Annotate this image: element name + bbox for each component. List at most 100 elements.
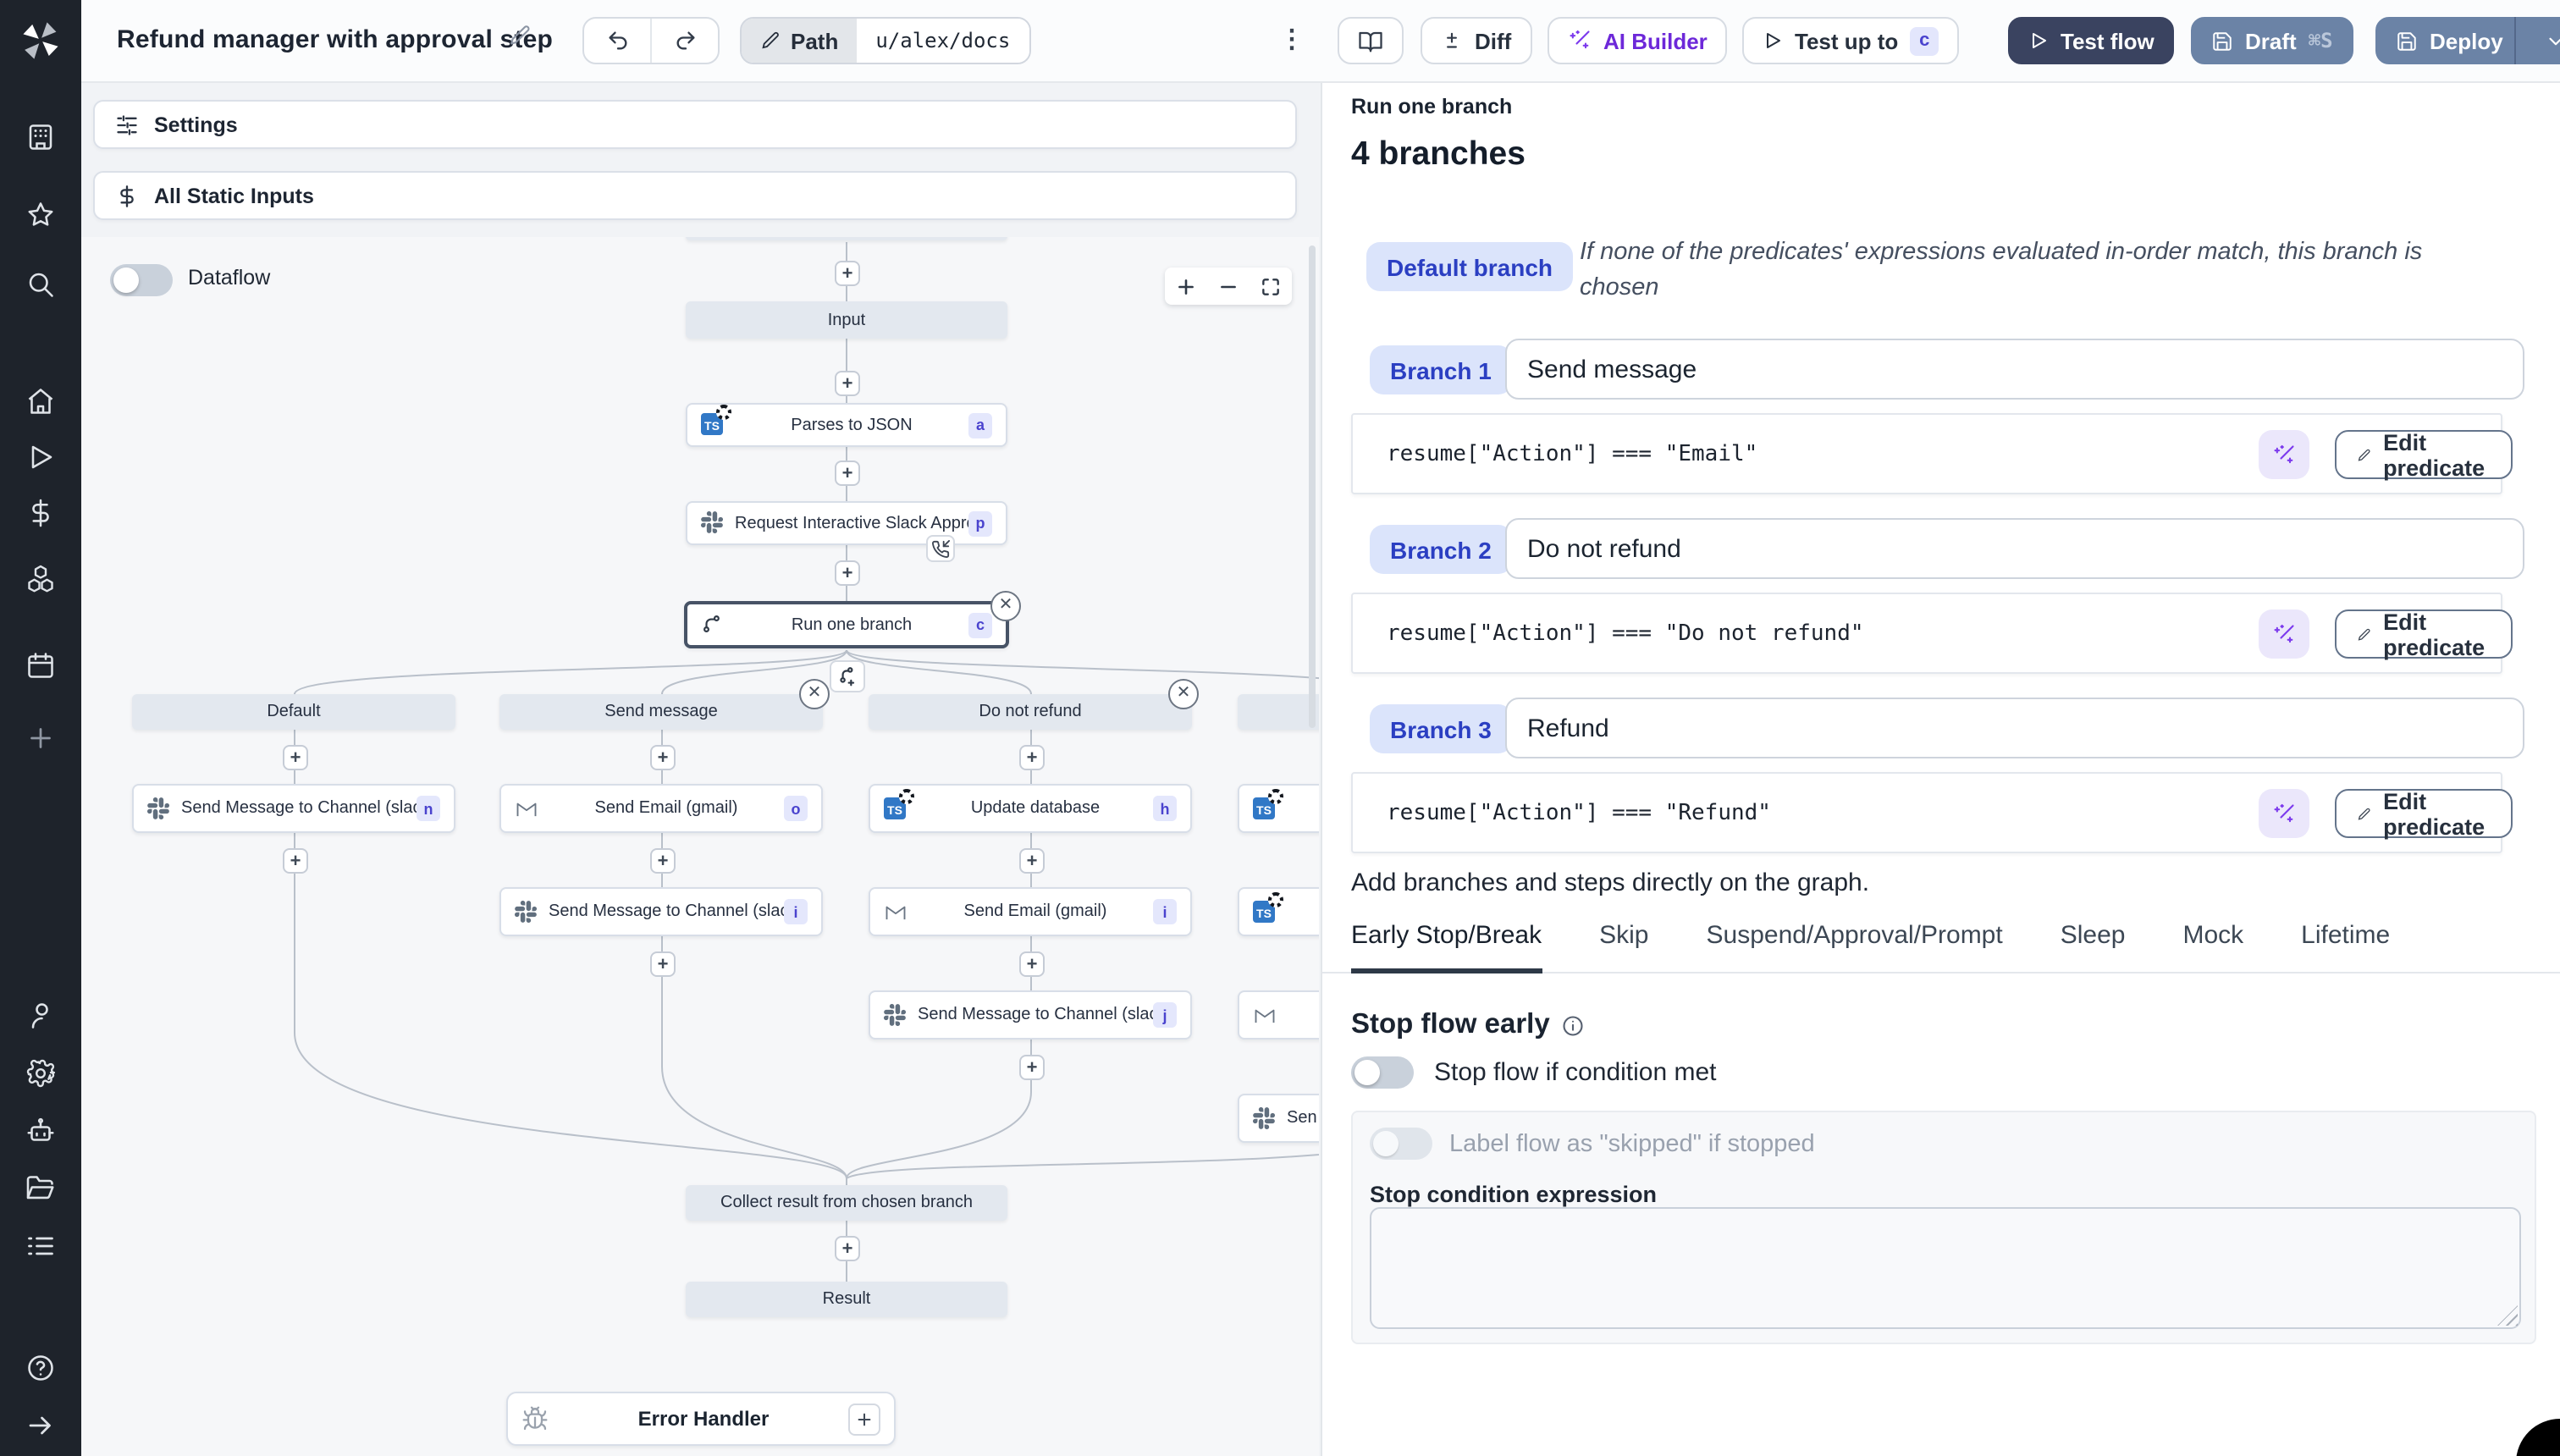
ai-builder-button[interactable]: AI Builder <box>1548 17 1728 64</box>
flow-graph-canvas[interactable]: Dataflow Input TS Parses to JSON a Reque… <box>81 237 1319 1456</box>
step-node-clipped[interactable]: TS <box>1238 887 1319 936</box>
step-node-parses-to-json[interactable]: TS Parses to JSON a <box>686 403 1007 447</box>
tab-suspend-approval-prompt[interactable]: Suspend/Approval/Prompt <box>1707 921 2003 972</box>
more-menu-button[interactable] <box>1277 20 1307 61</box>
add-error-handler-button[interactable] <box>848 1403 880 1435</box>
zoom-out-icon[interactable] <box>1217 275 1239 297</box>
input-node[interactable]: Input <box>686 301 1007 339</box>
branch-header-send-message[interactable]: Send message <box>499 694 823 730</box>
windmill-logo-icon[interactable] <box>19 19 63 63</box>
ai-generate-predicate-button[interactable] <box>2259 789 2309 838</box>
tab-early-stop-break[interactable]: Early Stop/Break <box>1351 921 1542 973</box>
flow-settings-row[interactable]: Settings <box>93 100 1297 149</box>
edit-predicate-button[interactable]: Edit predicate <box>2335 788 2513 839</box>
step-node-clipped[interactable]: TS <box>1238 784 1319 833</box>
undo-button[interactable] <box>584 19 650 63</box>
redo-button[interactable] <box>650 19 718 63</box>
workspace-icon[interactable] <box>25 122 56 152</box>
stop-condition-toggle[interactable] <box>1351 1056 1414 1089</box>
step-node-update-database[interactable]: TS Update database h <box>869 784 1192 833</box>
step-node-gmail-1[interactable]: Send Email (gmail) o <box>499 784 823 833</box>
ai-robot-icon[interactable] <box>25 1116 56 1146</box>
add-step-button[interactable] <box>835 560 860 586</box>
branch-header-clipped[interactable] <box>1238 694 1319 730</box>
search-icon[interactable] <box>25 269 56 300</box>
canvas-scrollbar[interactable] <box>1309 245 1316 728</box>
branch-2-summary-input[interactable] <box>1505 518 2524 579</box>
step-node-slack-3[interactable]: Send Message to Channel (slack) j <box>869 990 1192 1040</box>
add-step-button[interactable] <box>835 1236 860 1261</box>
branch-header-default[interactable]: Default <box>132 694 455 730</box>
docs-button[interactable] <box>1338 17 1404 64</box>
add-step-button[interactable] <box>835 261 860 286</box>
test-flow-button[interactable]: Test flow <box>2008 17 2175 64</box>
add-step-button[interactable] <box>650 848 676 874</box>
edit-predicate-button[interactable]: Edit predicate <box>2335 429 2513 480</box>
add-step-button[interactable] <box>1019 745 1045 770</box>
tab-sleep[interactable]: Sleep <box>2061 921 2126 972</box>
step-node-run-one-branch[interactable]: Run one branch c <box>684 601 1009 648</box>
test-up-to-button[interactable]: Test up to c <box>1742 17 1960 64</box>
delete-branch-button[interactable] <box>799 679 830 709</box>
home-icon[interactable] <box>25 386 56 416</box>
add-step-button[interactable] <box>283 848 308 874</box>
add-step-button[interactable] <box>835 371 860 396</box>
schedules-icon[interactable] <box>25 650 56 681</box>
ai-generate-predicate-button[interactable] <box>2259 430 2309 479</box>
tab-mock[interactable]: Mock <box>2182 921 2243 972</box>
collect-result-node[interactable]: Collect result from chosen branch <box>686 1185 1007 1221</box>
label-skipped-toggle[interactable] <box>1370 1128 1432 1160</box>
path-button[interactable]: Path <box>742 19 858 63</box>
variables-icon[interactable] <box>25 498 56 528</box>
user-icon[interactable] <box>25 1001 56 1031</box>
branch-3-summary-input[interactable] <box>1505 698 2524 758</box>
deploy-button[interactable]: Deploy <box>2375 17 2560 64</box>
add-step-button[interactable] <box>1019 951 1045 977</box>
static-inputs-row[interactable]: All Static Inputs <box>93 171 1297 220</box>
step-node-gmail-2[interactable]: Send Email (gmail) i <box>869 887 1192 936</box>
zoom-in-icon[interactable] <box>1175 275 1197 297</box>
add-step-button[interactable] <box>650 951 676 977</box>
tab-skip[interactable]: Skip <box>1599 921 1648 972</box>
resources-icon[interactable] <box>25 564 56 594</box>
favorites-star-icon[interactable] <box>25 200 56 230</box>
info-icon[interactable] <box>1562 1013 1586 1037</box>
step-node-slack-2[interactable]: Send Message to Channel (slack) i <box>499 887 823 936</box>
edit-predicate-button[interactable]: Edit predicate <box>2335 609 2513 659</box>
step-node-slack-default[interactable]: Send Message to Channel (slack) n <box>132 784 455 833</box>
step-node-clipped[interactable]: Sen <box>1238 1094 1319 1143</box>
help-icon[interactable] <box>25 1353 56 1383</box>
step-node-clipped[interactable] <box>1238 990 1319 1040</box>
folders-icon[interactable] <box>25 1173 56 1204</box>
settings-gear-icon[interactable] <box>25 1058 56 1089</box>
flow-title[interactable]: Refund manager with approval step <box>117 25 553 54</box>
add-step-button[interactable] <box>1019 1055 1045 1080</box>
path-control[interactable]: Path u/alex/docs <box>740 17 1031 64</box>
deploy-dropdown-button[interactable] <box>2529 30 2560 52</box>
error-handler-node[interactable]: Error Handler <box>506 1392 896 1446</box>
dataflow-toggle[interactable] <box>110 264 173 296</box>
add-step-button[interactable] <box>1019 848 1045 874</box>
add-step-button[interactable] <box>283 745 308 770</box>
add-icon[interactable] <box>25 723 56 753</box>
delete-step-button[interactable] <box>990 591 1021 621</box>
add-branch-button[interactable] <box>830 660 865 692</box>
add-step-button[interactable] <box>650 745 676 770</box>
draft-button[interactable]: Draft ⌘S <box>2191 17 2353 64</box>
edit-title-pencil-icon[interactable] <box>508 24 532 47</box>
runs-icon[interactable] <box>25 442 56 472</box>
stop-condition-expression-input[interactable] <box>1370 1207 2521 1329</box>
result-node[interactable]: Result <box>686 1282 1007 1317</box>
path-value[interactable]: u/alex/docs <box>857 19 1029 63</box>
branch-header-do-not-refund[interactable]: Do not refund <box>869 694 1192 730</box>
fit-view-icon[interactable] <box>1260 275 1282 297</box>
step-node-slack-approval[interactable]: Request Interactive Slack Approval (... … <box>686 501 1007 545</box>
collapse-arrow-icon[interactable] <box>25 1410 56 1441</box>
ai-generate-predicate-button[interactable] <box>2259 609 2309 659</box>
tab-lifetime[interactable]: Lifetime <box>2301 921 2390 972</box>
delete-branch-button[interactable] <box>1168 679 1199 709</box>
branch-1-summary-input[interactable] <box>1505 339 2524 400</box>
add-step-button[interactable] <box>835 461 860 486</box>
logs-list-icon[interactable] <box>25 1231 56 1261</box>
diff-button[interactable]: Diff <box>1421 17 1532 64</box>
